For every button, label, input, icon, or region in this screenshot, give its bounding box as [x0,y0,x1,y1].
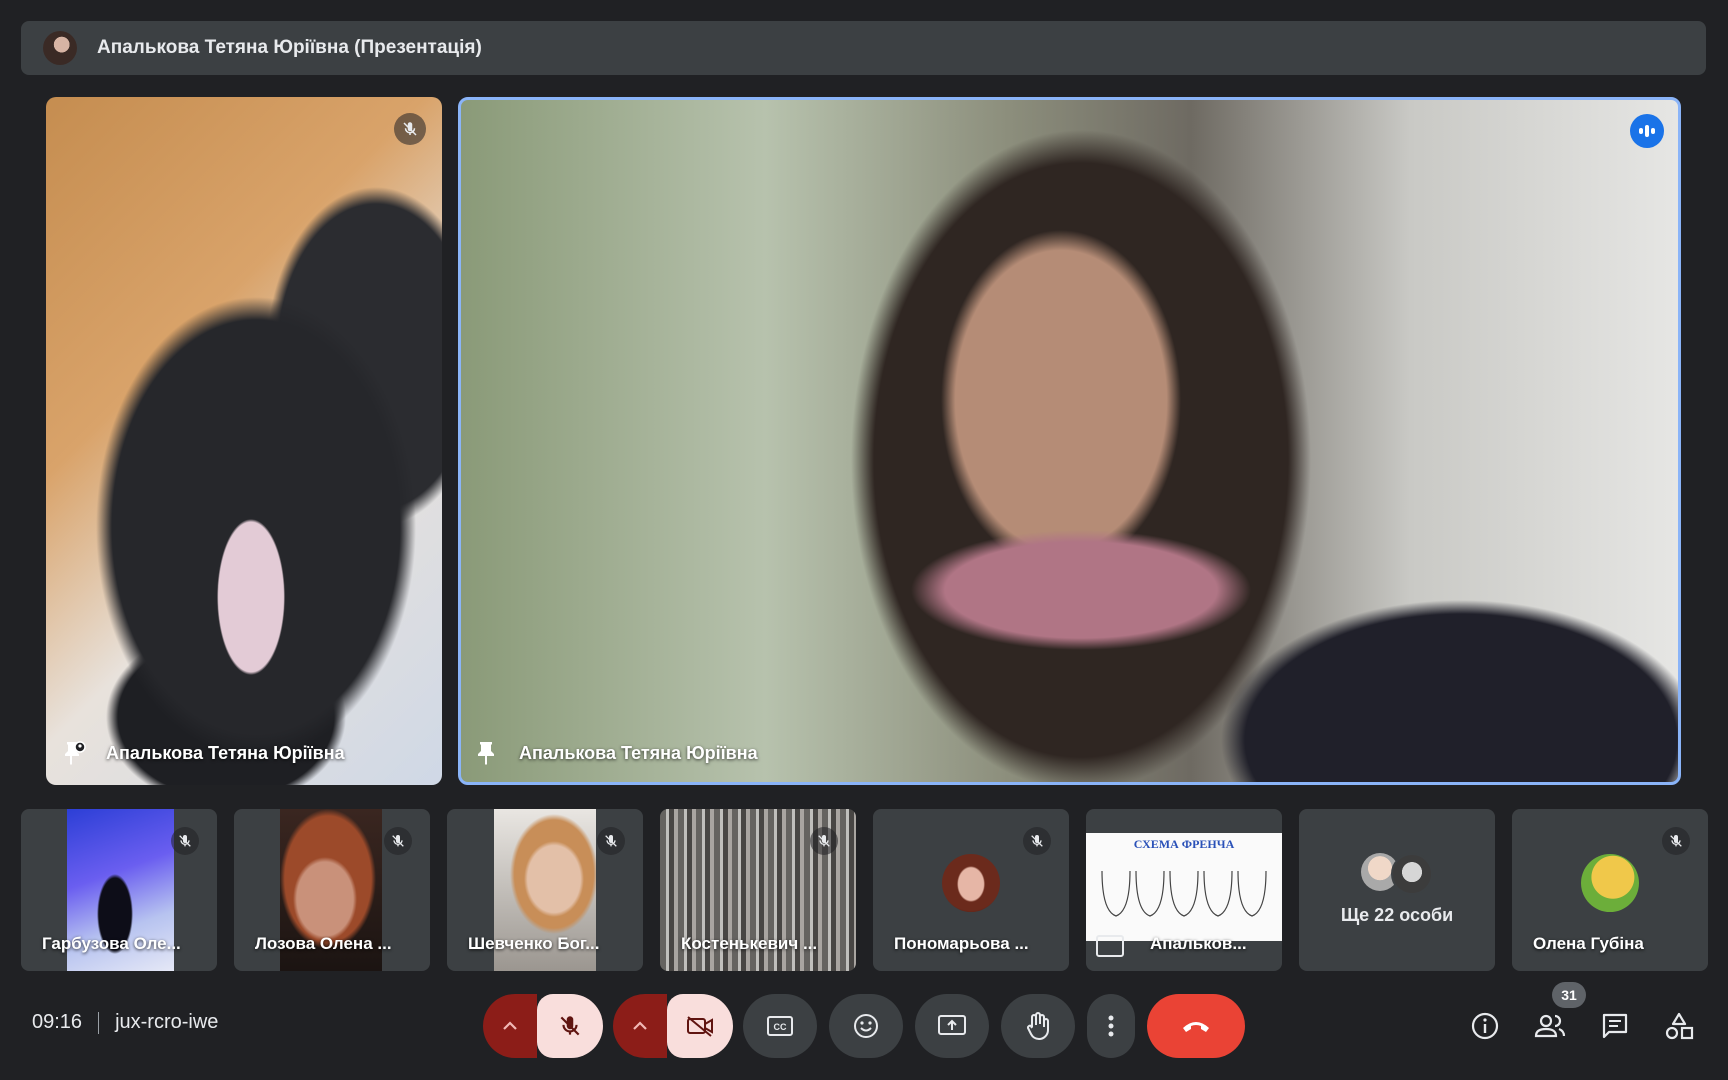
people-button[interactable] [1528,1004,1572,1048]
tile-main-name: Апалькова Тетяна Юріївна [519,742,758,763]
participant-avatar [942,854,1000,913]
tile-name-label: Апалькова Тетяна Юріївна [473,739,758,767]
participant-name: Лозова Олена ... [255,934,392,953]
captions-icon: CC [767,1016,793,1036]
divider [98,1011,100,1034]
meeting-info: 09:16 jux-rcro-iwe [32,1011,218,1034]
present-icon [1096,935,1124,957]
participant-name: Шевченко Бог... [468,934,600,953]
mic-off-icon [560,1016,580,1036]
participant-tile[interactable]: Костенькевич ... [660,809,856,971]
mic-off-icon [384,827,412,855]
participant-tile[interactable]: Гарбузова Оле... [21,809,217,971]
camera-off-icon [687,1016,713,1037]
video-tile-presentation[interactable]: Апалькова Тетяна Юріївна [46,97,442,785]
chat-icon [1602,1013,1628,1039]
mic-off-icon [1662,827,1690,855]
raise-hand-icon [1027,1012,1049,1040]
participant-tile[interactable]: Пономарьова ... [873,809,1069,971]
participant-tile[interactable]: Олена Губіна [1512,809,1708,971]
presenter-avatar [43,31,77,65]
more-participants-tile[interactable]: Ще 22 особи [1299,809,1495,971]
mic-off-icon [810,827,838,855]
activities-icon [1665,1012,1694,1040]
slide-preview: СХЕМА ФРЕНЧА [1086,833,1282,941]
mic-off-icon [394,113,426,145]
leave-call-button[interactable] [1147,994,1245,1058]
info-icon [1471,1012,1499,1040]
tile-name-label: Апалькова Тетяна Юріївна [60,739,345,767]
meeting-details-button[interactable] [1463,1004,1507,1048]
participant-avatar [1581,854,1639,913]
activities-button[interactable] [1657,1004,1701,1048]
pin-presenter-icon[interactable] [60,739,88,767]
more-participants-label: Ще 22 особи [1340,905,1454,925]
svg-text:CC: CC [774,1022,787,1032]
tile-left-name: Апалькова Тетяна Юріївна [106,742,345,763]
presentation-thumb-tile[interactable]: СХЕМА ФРЕНЧА Апальков... [1086,809,1282,971]
mic-off-icon [597,827,625,855]
participant-name: Апальков... [1150,934,1247,953]
more-icon [1108,1015,1114,1037]
speaking-icon [1630,114,1664,148]
mic-toggle-button[interactable] [537,994,603,1058]
end-call-icon [1183,1022,1209,1032]
slide-title: СХЕМА ФРЕНЧА [1133,837,1235,851]
mic-off-icon [1023,827,1051,855]
camera-control [613,994,733,1058]
chevron-up-icon [503,1021,517,1030]
participant-name: Гарбузова Оле... [42,934,181,953]
participant-name: Костенькевич ... [681,934,818,953]
clock-time: 09:16 [32,1011,83,1033]
emoji-icon [854,1014,878,1038]
emoji-reaction-button[interactable] [829,994,903,1058]
more-options-button[interactable] [1087,994,1135,1058]
present-icon [938,1015,966,1035]
participant-name: Олена Губіна [1533,934,1644,953]
raise-hand-button[interactable] [1001,994,1075,1058]
meeting-code: jux-rcro-iwe [115,1011,219,1033]
video-tile-main[interactable]: Апалькова Тетяна Юріївна [458,97,1681,785]
participant-avatar [1391,853,1433,895]
people-icon [1534,1014,1566,1038]
present-now-button[interactable] [915,994,989,1058]
captions-button[interactable]: CC [743,994,817,1058]
participant-tile[interactable]: Шевченко Бог... [447,809,643,971]
presentation-banner: Апалькова Тетяна Юріївна (Презентація) [21,21,1706,75]
participant-name: Пономарьова ... [894,934,1029,953]
mic-off-icon [171,827,199,855]
presentation-title: Апалькова Тетяна Юріївна (Презентація) [97,37,482,58]
camera-toggle-button[interactable] [667,994,733,1058]
microphone-control [483,994,603,1058]
video-options-button[interactable] [613,994,667,1058]
chevron-up-icon [633,1021,647,1030]
audio-options-button[interactable] [483,994,537,1058]
pin-icon[interactable] [473,739,501,767]
participant-tile[interactable]: Лозова Олена ... [234,809,430,971]
chat-button[interactable] [1593,1004,1637,1048]
